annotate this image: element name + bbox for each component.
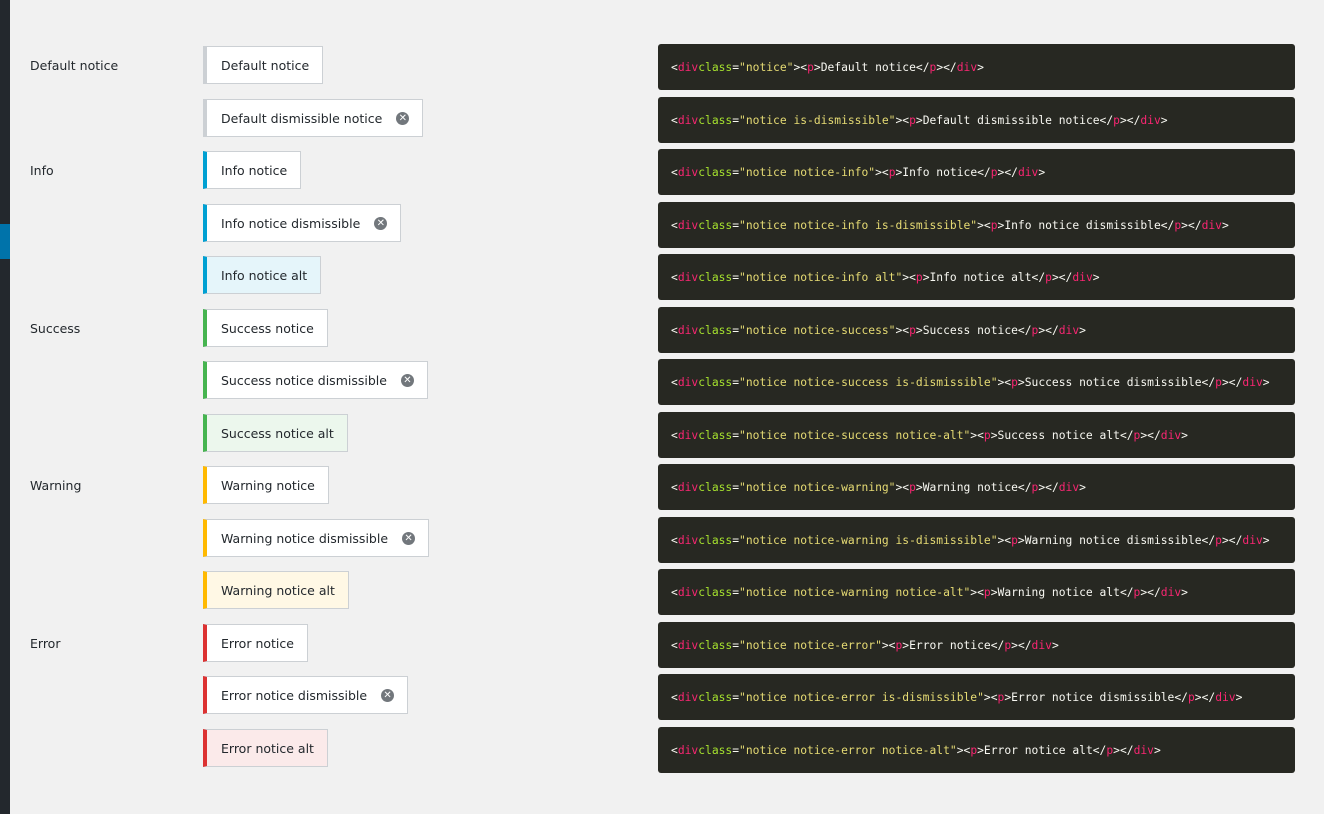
section-label: Success <box>30 321 81 336</box>
notice-success: Success notice <box>203 309 328 347</box>
notice-info: Info notice <box>203 151 302 189</box>
notice-text: Warning notice alt <box>221 582 335 598</box>
notice-row: Info notice alt < div class = "notice notice… <box>0 254 1324 300</box>
code-snippet: < div class = "notice is-dismissible" >< p >De… <box>658 97 1295 143</box>
notice-row: Default dismissible notice ✕ < div class = "n… <box>0 97 1324 143</box>
notice-text: Warning notice dismissible <box>221 530 389 546</box>
notice-text: Success notice <box>221 320 314 336</box>
notice-warning: Warning notice dismissible ✕ <box>203 519 430 557</box>
notice-success: Success notice dismissible ✕ <box>203 361 428 399</box>
section-label: Default notice <box>30 58 119 73</box>
notice-warning: Warning notice <box>203 466 329 504</box>
notice-text: Success notice alt <box>221 425 334 441</box>
dismiss-icon[interactable]: ✕ <box>374 216 388 230</box>
notice-text: Default notice <box>221 57 310 73</box>
dismiss-icon[interactable]: ✕ <box>396 111 410 125</box>
notice-default: Default dismissible notice ✕ <box>203 99 424 137</box>
code-snippet: < div class = "notice notice-error notice-a… <box>658 727 1295 773</box>
dismiss-icon[interactable]: ✕ <box>402 531 416 545</box>
notice-info: Info notice dismissible ✕ <box>203 204 402 242</box>
notice-row: Info notice dismissible ✕ < div class = "noti… <box>0 202 1324 248</box>
code-snippet: < div class = "notice notice-success is-dis… <box>658 359 1295 405</box>
notice-text: Error notice dismissible <box>221 687 368 703</box>
notice-success: Success notice alt <box>203 414 348 452</box>
code-snippet: < div class = "notice" >< p >Default notice</p… <box>658 44 1295 90</box>
code-snippet: < div class = "notice notice-warning notice… <box>658 569 1295 615</box>
notice-row: Error Error notice < div class = "notice noti… <box>0 622 1324 668</box>
notice-row: Warning notice dismissible ✕ < div class = "n… <box>0 517 1324 563</box>
notice-warning: Warning notice alt <box>203 571 349 609</box>
notice-row: Error notice alt < div class = "notice notic… <box>0 727 1324 773</box>
notice-text: Success notice dismissible <box>221 372 387 388</box>
notice-text: Info notice alt <box>221 267 308 283</box>
notice-text: Info notice <box>221 162 288 178</box>
notice-error: Error notice <box>203 624 308 662</box>
code-snippet: < div class = "notice notice-success notice… <box>658 412 1295 458</box>
code-snippet: < div class = "notice notice-success" >< p >Su… <box>658 307 1295 353</box>
dismiss-icon[interactable]: ✕ <box>381 688 395 702</box>
code-snippet: < div class = "notice notice-info alt" >< p >I… <box>658 254 1295 300</box>
code-snippet: < div class = "notice notice-error" >< p >Erro… <box>658 622 1295 668</box>
notice-row: Error notice dismissible ✕ < div class = "not… <box>0 674 1324 720</box>
code-snippet: < div class = "notice notice-info is-dismis… <box>658 202 1295 248</box>
notice-row: Success notice dismissible ✕ < div class = "n… <box>0 359 1324 405</box>
notice-row: Default notice Default notice < div class = "… <box>0 44 1324 90</box>
section-label: Warning <box>30 478 82 493</box>
section-label: Info <box>30 163 54 178</box>
notice-row: Success notice alt < div class = "notice not… <box>0 412 1324 458</box>
notice-row: Warning notice alt < div class = "notice not… <box>0 569 1324 615</box>
notice-row: Warning Warning notice < div class = "notice … <box>0 464 1324 510</box>
notice-error: Error notice alt <box>203 729 328 767</box>
notice-error: Error notice dismissible ✕ <box>203 676 409 714</box>
notice-text: Error notice <box>221 635 294 651</box>
code-snippet: < div class = "notice notice-info" >< p >Info … <box>658 149 1295 195</box>
section-label: Error <box>30 636 61 651</box>
code-snippet: < div class = "notice notice-warning" >< p >Wa… <box>658 464 1295 510</box>
notice-row: Info Info notice < div class = "notice notice… <box>0 149 1324 195</box>
notice-row: Success Success notice < div class = "notice … <box>0 307 1324 353</box>
notice-text: Error notice alt <box>221 740 314 756</box>
notice-info: Info notice alt <box>203 256 322 294</box>
notice-text: Default dismissible notice <box>221 110 383 126</box>
code-snippet: < div class = "notice notice-error is-dismi… <box>658 674 1295 720</box>
notice-text: Info notice dismissible <box>221 215 361 231</box>
notice-default: Default notice <box>203 46 324 84</box>
dismiss-icon[interactable]: ✕ <box>400 373 414 387</box>
code-snippet: < div class = "notice notice-warning is-dis… <box>658 517 1295 563</box>
notice-text: Warning notice <box>221 477 315 493</box>
